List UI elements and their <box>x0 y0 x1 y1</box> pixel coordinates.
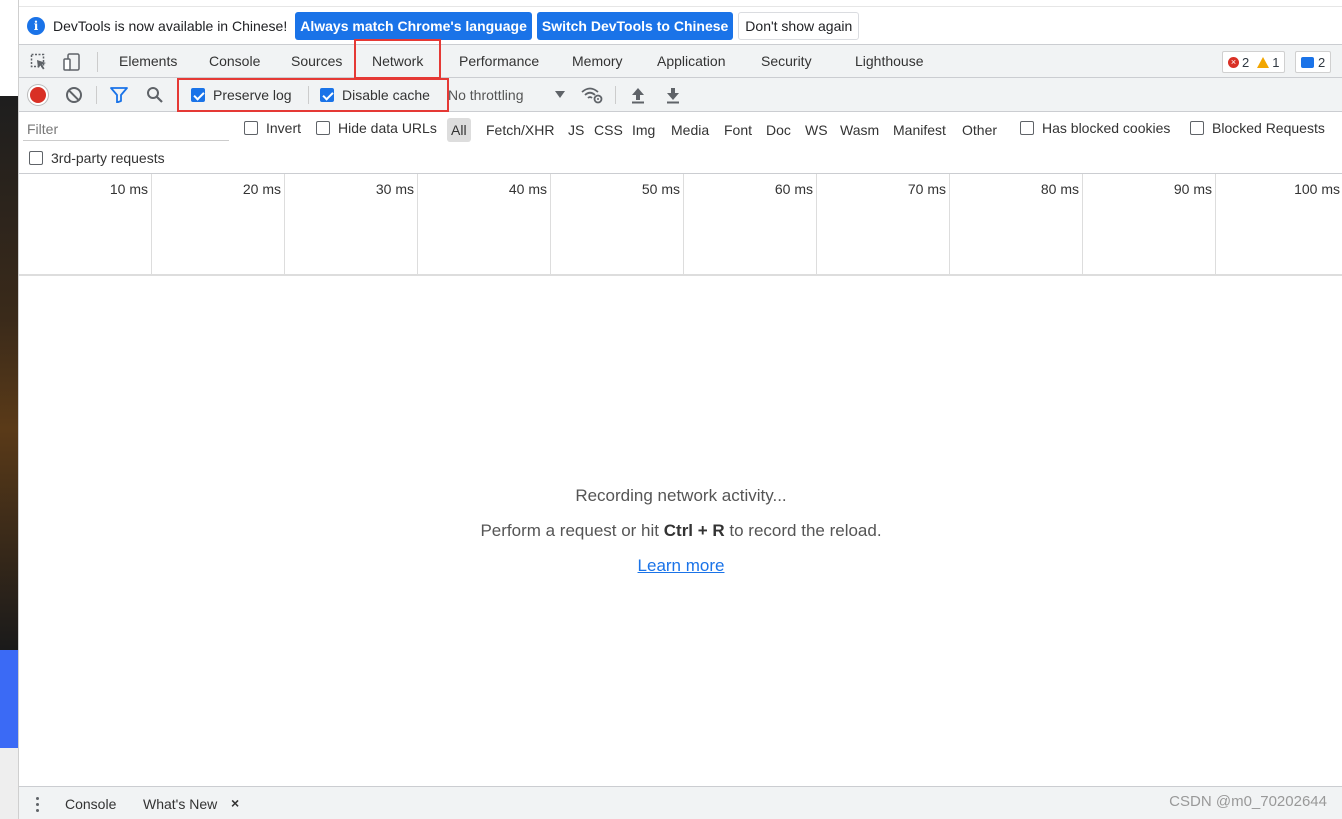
error-icon: × <box>1228 56 1239 68</box>
always-match-language-button[interactable]: Always match Chrome's language <box>295 11 532 40</box>
timeline-tick: 50 ms <box>551 174 684 274</box>
toolbar-separator <box>96 86 97 104</box>
network-empty-state: Recording network activity... Perform a … <box>19 276 1342 786</box>
reload-hint-prefix: Perform a request or hit <box>480 521 664 540</box>
annotation-highlight-box <box>177 78 449 112</box>
info-icon: i <box>27 16 45 35</box>
learn-more-container: Learn more <box>19 556 1342 576</box>
tab-console[interactable]: Console <box>209 45 260 78</box>
has-blocked-cookies-option[interactable]: Has blocked cookies <box>1020 120 1170 136</box>
main-tab-bar: Elements Console Sources Network Perform… <box>19 39 1342 79</box>
hide-data-urls-option[interactable]: Hide data URLs <box>316 120 437 136</box>
type-filter-wasm[interactable]: Wasm <box>840 118 879 142</box>
timeline-tick: 70 ms <box>817 174 950 274</box>
timeline-tick: 60 ms <box>684 174 817 274</box>
invert-label: Invert <box>266 120 302 136</box>
tab-network[interactable]: Network <box>354 39 442 79</box>
device-toolbar-icon[interactable] <box>63 53 81 71</box>
third-party-requests-label: 3rd-party requests <box>51 150 165 166</box>
blocked-requests-option[interactable]: Blocked Requests <box>1190 120 1325 136</box>
blocked-requests-checkbox[interactable] <box>1190 121 1204 135</box>
tab-memory[interactable]: Memory <box>572 45 623 78</box>
switch-to-chinese-button[interactable]: Switch DevTools to Chinese <box>536 11 734 40</box>
type-filter-doc[interactable]: Doc <box>766 118 791 142</box>
search-icon[interactable] <box>146 86 164 104</box>
background-page-dark <box>0 96 18 650</box>
network-conditions-icon[interactable] <box>581 86 603 104</box>
timeline-tick: 100 ms <box>1294 181 1340 197</box>
clear-icon[interactable] <box>66 87 82 103</box>
message-count: 2 <box>1318 54 1326 70</box>
throttling-select[interactable]: No throttling <box>448 87 523 103</box>
import-har-icon[interactable] <box>630 86 646 104</box>
filter-bar: Invert Hide data URLs All Fetch/XHR JS C… <box>19 112 1342 174</box>
hide-data-urls-checkbox[interactable] <box>316 121 330 135</box>
filter-input[interactable] <box>23 117 229 141</box>
type-filter-css[interactable]: CSS <box>594 118 623 142</box>
drawer-tab-bar: Console What's New × CSDN @m0_70202644 <box>19 786 1342 819</box>
reload-hint: Perform a request or hit Ctrl + R to rec… <box>19 521 1342 541</box>
warning-count: 1 <box>1272 54 1280 70</box>
reload-shortcut: Ctrl + R <box>663 521 725 540</box>
close-icon[interactable]: × <box>231 795 239 811</box>
type-filter-manifest[interactable]: Manifest <box>893 118 946 142</box>
type-filter-media[interactable]: Media <box>671 118 709 142</box>
background-page-light <box>0 748 18 819</box>
has-blocked-cookies-checkbox[interactable] <box>1020 121 1034 135</box>
timeline-tick: 30 ms <box>285 174 418 274</box>
learn-more-link[interactable]: Learn more <box>638 556 725 575</box>
infobar-message: DevTools is now available in Chinese! <box>53 17 288 34</box>
hide-data-urls-label: Hide data URLs <box>338 120 437 136</box>
type-filter-img[interactable]: Img <box>632 118 655 142</box>
third-party-requests-checkbox[interactable] <box>29 151 43 165</box>
more-tools-icon[interactable] <box>36 797 40 813</box>
drawer-tab-console[interactable]: Console <box>65 796 116 812</box>
type-filter-font[interactable]: Font <box>724 118 752 142</box>
dont-show-again-button[interactable]: Don't show again <box>738 11 860 40</box>
recording-message: Recording network activity... <box>575 486 787 505</box>
type-filter-all[interactable]: All <box>447 118 471 142</box>
drawer-tab-whats-new[interactable]: What's New <box>143 796 217 812</box>
timeline-overview[interactable]: 10 ms 20 ms 30 ms 40 ms 50 ms 60 ms 70 m… <box>19 174 1342 276</box>
error-count: 2 <box>1242 54 1250 70</box>
timeline-tick: 80 ms <box>950 174 1083 274</box>
type-filter-ws[interactable]: WS <box>805 118 828 142</box>
tab-sources[interactable]: Sources <box>291 45 342 78</box>
type-filter-other[interactable]: Other <box>962 118 997 142</box>
timeline-tick: 90 ms <box>1083 174 1216 274</box>
network-toolbar: Preserve log Disable cache No throttling <box>19 78 1342 112</box>
tab-elements[interactable]: Elements <box>119 45 177 78</box>
messages-counter[interactable]: 2 <box>1295 51 1332 73</box>
issues-counter[interactable]: × 2 1 <box>1222 51 1286 73</box>
type-filter-fetch-xhr[interactable]: Fetch/XHR <box>486 118 554 142</box>
background-page-strip <box>0 0 18 819</box>
tab-lighthouse[interactable]: Lighthouse <box>855 45 924 78</box>
background-page-blue <box>0 650 18 748</box>
chevron-down-icon[interactable] <box>555 91 565 98</box>
tab-application[interactable]: Application <box>657 45 726 78</box>
filter-icon[interactable] <box>110 87 128 103</box>
warning-icon <box>1257 56 1270 68</box>
invert-checkbox[interactable] <box>244 121 258 135</box>
tab-performance[interactable]: Performance <box>459 45 539 78</box>
tab-security[interactable]: Security <box>761 45 812 78</box>
timeline-tick: 20 ms <box>152 174 285 274</box>
timeline-tick: 10 ms <box>19 174 152 274</box>
blocked-requests-label: Blocked Requests <box>1212 120 1325 136</box>
language-infobar: i DevTools is now available in Chinese! … <box>19 6 1342 44</box>
inspect-element-icon[interactable] <box>30 53 48 71</box>
reload-hint-suffix: to record the reload. <box>724 521 882 540</box>
timeline-tick: 40 ms <box>418 174 551 274</box>
message-icon <box>1301 56 1314 68</box>
toolbar-separator <box>615 86 616 104</box>
invert-option[interactable]: Invert <box>244 120 301 136</box>
devtools-panel: i DevTools is now available in Chinese! … <box>18 0 1342 819</box>
tab-separator <box>97 52 98 72</box>
has-blocked-cookies-label: Has blocked cookies <box>1042 120 1171 136</box>
third-party-requests-option[interactable]: 3rd-party requests <box>29 150 165 166</box>
record-icon[interactable] <box>30 87 46 103</box>
export-har-icon[interactable] <box>665 86 681 104</box>
type-filter-js[interactable]: JS <box>568 118 584 142</box>
watermark: CSDN @m0_70202644 <box>1169 793 1327 810</box>
